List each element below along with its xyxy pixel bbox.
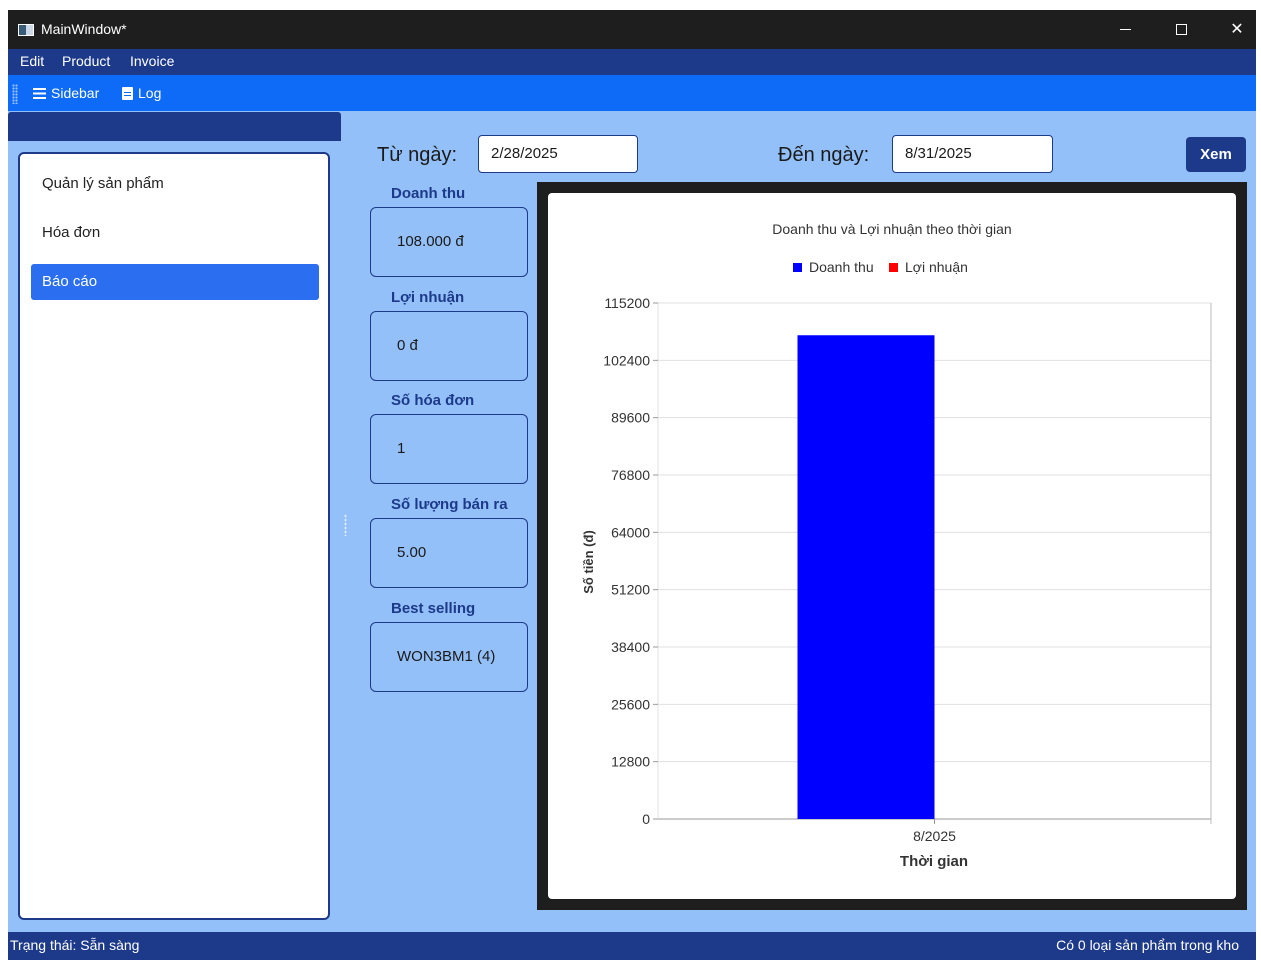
- app-icon: [18, 24, 34, 36]
- legend-swatch: [889, 263, 898, 272]
- y-tick-label: 89600: [611, 410, 650, 426]
- sidebar-toggle-button[interactable]: Sidebar: [33, 83, 99, 103]
- x-axis-ticks: 8/2025: [913, 819, 956, 844]
- menu-product[interactable]: Product: [62, 53, 110, 69]
- hamburger-icon: [33, 87, 46, 99]
- main-window: MainWindow* ✕ Edit Product Invoice Sideb…: [8, 10, 1256, 960]
- best-selling-value: WON3BM1 (4): [397, 648, 496, 665]
- best-selling-label: Best selling: [391, 600, 476, 617]
- quantity-sold-label: Số lượng bán ra: [391, 496, 508, 513]
- invoice-count-card: 1: [370, 414, 528, 484]
- y-tick-label: 64000: [611, 524, 650, 540]
- y-tick-label: 115200: [604, 295, 650, 311]
- toolbar: Sidebar Log: [8, 75, 1256, 111]
- log-label: Log: [138, 85, 162, 101]
- sidebar-item-reports[interactable]: Báo cáo: [31, 264, 319, 300]
- chart-panel: Doanh thu và Lợi nhuận theo thời gian Do…: [548, 193, 1236, 899]
- log-button[interactable]: Log: [122, 83, 161, 103]
- sidebar: Quản lý sản phẩm Hóa đơn Báo cáo: [18, 152, 330, 920]
- bar-doanh-thu[interactable]: [797, 335, 935, 819]
- menu-invoice[interactable]: Invoice: [130, 53, 174, 69]
- from-date-input[interactable]: 2/28/2025: [478, 135, 638, 173]
- maximize-button[interactable]: [1158, 10, 1204, 49]
- menu-bar: Edit Product Invoice: [8, 49, 1256, 75]
- profit-card: 0 đ: [370, 311, 528, 381]
- revenue-value: 108.000 đ: [397, 233, 464, 250]
- window-title: MainWindow*: [41, 21, 127, 37]
- x-tick-label: 8/2025: [913, 828, 956, 844]
- y-axis-label: Số tiền (đ): [581, 530, 596, 594]
- invoice-count-label: Số hóa đơn: [391, 392, 475, 409]
- to-date-label: Đến ngày:: [778, 144, 870, 166]
- view-button[interactable]: Xem: [1186, 137, 1246, 172]
- chart-title: Doanh thu và Lợi nhuận theo thời gian: [772, 221, 1011, 237]
- sidebar-item-invoices[interactable]: Hóa đơn: [31, 215, 319, 251]
- from-date-label: Từ ngày:: [377, 144, 458, 166]
- chart-legend: Doanh thu Lợi nhuận: [793, 259, 968, 275]
- minimize-button[interactable]: [1102, 10, 1148, 49]
- legend-swatch: [793, 263, 802, 272]
- y-tick-label: 38400: [611, 639, 650, 655]
- y-tick-label: 12800: [611, 754, 650, 770]
- menu-edit[interactable]: Edit: [20, 53, 44, 69]
- revenue-card: 108.000 đ: [370, 207, 528, 277]
- revenue-label: Doanh thu: [391, 185, 466, 202]
- status-text: Trạng thái: Sẵn sàng: [10, 937, 140, 953]
- y-tick-label: 102400: [603, 352, 650, 368]
- profit-value: 0 đ: [397, 337, 418, 354]
- sidebar-item-products[interactable]: Quản lý sản phẩm: [31, 166, 319, 202]
- title-bar: MainWindow* ✕: [8, 10, 1256, 49]
- splitter-handle[interactable]: [344, 514, 347, 536]
- close-button[interactable]: ✕: [1214, 10, 1256, 49]
- profit-label: Lợi nhuận: [391, 289, 465, 306]
- inventory-count-text: Có 0 loại sản phẩm trong kho: [1056, 937, 1239, 953]
- x-axis-label: Thời gian: [900, 853, 968, 870]
- chart-bars: [797, 335, 935, 819]
- y-tick-label: 51200: [611, 582, 650, 598]
- maximize-icon: [1175, 24, 1187, 36]
- best-selling-card: WON3BM1 (4): [370, 622, 528, 692]
- y-tick-label: 25600: [611, 696, 650, 712]
- chart-frame: Doanh thu và Lợi nhuận theo thời gian Do…: [537, 182, 1247, 910]
- close-icon: ✕: [1230, 21, 1244, 38]
- status-bar: Trạng thái: Sẵn sàng Có 0 loại sản phẩm …: [8, 932, 1256, 960]
- toolbar-grip[interactable]: [12, 84, 18, 104]
- y-tick-label: 0: [642, 811, 650, 827]
- to-date-input[interactable]: 8/31/2025: [892, 135, 1053, 173]
- y-tick-label: 76800: [611, 467, 650, 483]
- legend-label: Doanh thu: [809, 259, 874, 275]
- sidebar-toggle-label: Sidebar: [51, 85, 100, 101]
- document-icon: [122, 86, 133, 100]
- y-axis-ticks: 0 12800 25600 38400 51200 64000 76800 89600 1024…: [603, 295, 658, 827]
- revenue-profit-chart: Doanh thu và Lợi nhuận theo thời gian Do…: [581, 221, 1212, 870]
- legend-label: Lợi nhuận: [905, 259, 968, 275]
- quantity-sold-value: 5.00: [397, 544, 427, 561]
- minimize-icon: [1119, 29, 1131, 31]
- quantity-sold-card: 5.00: [370, 518, 528, 588]
- sidebar-header: [8, 112, 341, 141]
- invoice-count-value: 1: [397, 440, 406, 457]
